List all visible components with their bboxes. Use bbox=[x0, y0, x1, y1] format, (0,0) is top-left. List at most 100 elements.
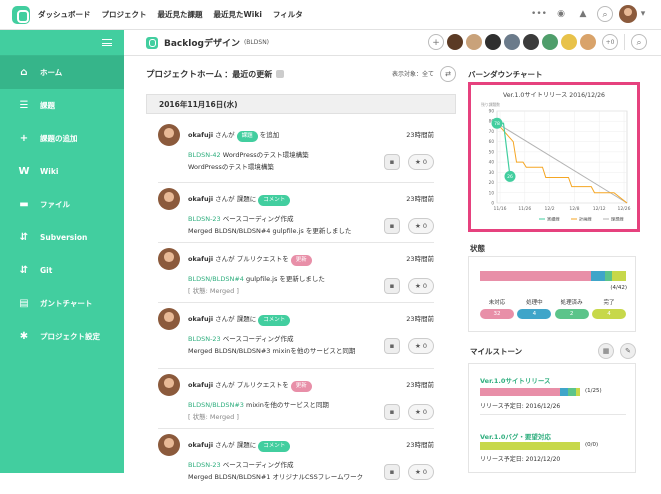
issue-key-link[interactable]: BLDSN-23 bbox=[188, 335, 221, 343]
more-icon[interactable]: ••• bbox=[531, 6, 547, 22]
filter-toggle-icon[interactable]: ⇄ bbox=[440, 66, 456, 82]
edit-icon[interactable]: ✎ bbox=[620, 343, 636, 359]
issue-key-link[interactable]: BLDSN/BLDSN#4 bbox=[188, 275, 244, 283]
add-member-icon[interactable]: + bbox=[428, 34, 444, 50]
comment-icon[interactable]: ▪ bbox=[384, 278, 400, 294]
member-avatar[interactable] bbox=[580, 34, 596, 50]
status-resolved-count[interactable]: 2 bbox=[554, 309, 589, 319]
activity-item: okafuji さんが 課題に コメント 23時間前 BLDSN-23 ベースコーディ… bbox=[146, 434, 434, 494]
nav-recent-wiki[interactable]: 最近見たWiki bbox=[214, 9, 262, 20]
status-label-in-progress: 処理中 bbox=[526, 300, 543, 306]
star-button[interactable]: ★ 0 bbox=[408, 464, 434, 480]
issue-key-link[interactable]: BLDSN-23 bbox=[188, 215, 221, 223]
project-name[interactable]: Backlogデザイン bbox=[164, 36, 240, 49]
star-icon: ★ bbox=[414, 342, 421, 350]
divider bbox=[158, 182, 434, 183]
nav-filter[interactable]: フィルタ bbox=[273, 9, 303, 20]
star-button[interactable]: ★ 0 bbox=[408, 338, 434, 354]
issue-summary: ベースコーディング作成 bbox=[222, 461, 294, 469]
comment-icon[interactable]: ▪ bbox=[384, 464, 400, 480]
calendar-icon[interactable]: ▦ bbox=[598, 343, 614, 359]
star-button[interactable]: ★ 0 bbox=[408, 218, 434, 234]
activity-type-badge: コメント bbox=[258, 315, 291, 326]
status-in-progress-count[interactable]: 4 bbox=[517, 309, 552, 319]
page-title-text: プロジェクトホーム bbox=[146, 70, 223, 80]
more-members-badge[interactable]: +0 bbox=[602, 34, 618, 50]
sidebar-item-git[interactable]: ⇵ Git bbox=[0, 254, 124, 287]
activity-user-avatar[interactable] bbox=[158, 188, 180, 210]
issue-key-link[interactable]: BLDSN-23 bbox=[188, 461, 221, 469]
legend-label: 実績線 bbox=[547, 216, 560, 223]
activity-user[interactable]: okafuji bbox=[188, 381, 213, 389]
member-avatar[interactable] bbox=[523, 34, 539, 50]
sidebar-item-subversion[interactable]: ⇵ Subversion bbox=[0, 221, 124, 254]
project-search-icon[interactable]: ⌕ bbox=[631, 34, 647, 50]
status-bar-segment bbox=[612, 271, 626, 281]
x-tick-label: 12/2 bbox=[545, 206, 555, 212]
activity-user[interactable]: okafuji bbox=[188, 131, 213, 139]
activity-subject: BLDSN-23 ベースコーディング作成 bbox=[188, 213, 294, 223]
activity-user[interactable]: okafuji bbox=[188, 255, 213, 263]
activity-user-avatar[interactable] bbox=[158, 374, 180, 396]
menu-icon[interactable] bbox=[102, 39, 112, 46]
y-tick-label: 60 bbox=[489, 139, 495, 144]
backlog-logo-icon[interactable] bbox=[12, 5, 30, 24]
activity-user-avatar[interactable] bbox=[158, 308, 180, 330]
member-avatar[interactable] bbox=[447, 34, 463, 50]
sidebar-item-label: Subversion bbox=[40, 233, 88, 242]
issue-summary: ベースコーディング作成 bbox=[222, 215, 294, 223]
status-open-count[interactable]: 32 bbox=[480, 309, 514, 319]
member-avatar[interactable] bbox=[561, 34, 577, 50]
activity-user-avatar[interactable] bbox=[158, 124, 180, 146]
issue-key-link[interactable]: BLDSN/BLDSN#3 bbox=[188, 401, 244, 409]
global-nav: ダッシュボード プロジェクト 最近見た課題 最近見たWiki フィルタ bbox=[38, 9, 314, 20]
nav-recent-issues[interactable]: 最近見た課題 bbox=[158, 9, 203, 20]
comment-icon[interactable]: ▪ bbox=[384, 338, 400, 354]
sidebar-item-label: ガントチャート bbox=[40, 299, 93, 308]
main-content: プロジェクトホーム ：最近の更新 表示対象：全て ⇄ 2016年11月16日(水… bbox=[146, 66, 456, 494]
sidebar-item-settings[interactable]: ✱ プロジェクト設定 bbox=[0, 320, 124, 353]
issue-key-link[interactable]: BLDSN-42 bbox=[188, 151, 221, 159]
sidebar-item-files[interactable]: ▬ ファイル bbox=[0, 188, 124, 221]
activity-detail: Merged BLDSN/BLDSN#3 mixinを他のサービスと同期 bbox=[188, 347, 356, 355]
search-icon[interactable]: ⌕ bbox=[597, 6, 613, 22]
sidebar-item-gantt[interactable]: ▤ ガントチャート bbox=[0, 287, 124, 320]
milestone-link[interactable]: Ver.1.0バグ・要望対応 bbox=[480, 431, 551, 441]
nav-dashboard[interactable]: ダッシュボード bbox=[38, 9, 91, 20]
sidebar-item-home[interactable]: ⌂ ホーム bbox=[0, 56, 124, 89]
member-avatar[interactable] bbox=[485, 34, 501, 50]
milestone-link[interactable]: Ver.1.0サイトリリース bbox=[480, 375, 551, 385]
star-button[interactable]: ★ 0 bbox=[408, 154, 434, 170]
legend-label: 理想線 bbox=[611, 216, 624, 222]
comment-icon[interactable]: ▪ bbox=[384, 404, 400, 420]
y-tick-label: 20 bbox=[489, 180, 495, 185]
watch-icon[interactable]: ◉ bbox=[553, 6, 569, 22]
star-button[interactable]: ★ 0 bbox=[408, 278, 434, 294]
activity-user[interactable]: okafuji bbox=[188, 195, 213, 203]
member-avatar[interactable] bbox=[504, 34, 520, 50]
divider bbox=[158, 368, 434, 369]
comment-icon[interactable]: ▪ bbox=[384, 218, 400, 234]
comment-icon[interactable]: ▪ bbox=[384, 154, 400, 170]
star-button[interactable]: ★ 0 bbox=[408, 404, 434, 420]
sidebar-item-wiki[interactable]: W Wiki bbox=[0, 155, 124, 188]
member-avatar[interactable] bbox=[542, 34, 558, 50]
activity-user-avatar[interactable] bbox=[158, 434, 180, 456]
activity-user-avatar[interactable] bbox=[158, 248, 180, 270]
star-count: 0 bbox=[422, 222, 428, 230]
status-closed-count[interactable]: 4 bbox=[591, 309, 626, 319]
chevron-down-icon[interactable]: ▾ bbox=[639, 6, 647, 22]
user-avatar[interactable] bbox=[619, 5, 637, 23]
sidebar-item-issues[interactable]: ☰ 課題 bbox=[0, 89, 124, 122]
member-avatar[interactable] bbox=[466, 34, 482, 50]
rss-icon[interactable] bbox=[276, 70, 285, 78]
activity-user[interactable]: okafuji bbox=[188, 441, 213, 449]
nav-project[interactable]: プロジェクト bbox=[102, 9, 147, 20]
activity-time: 23時間前 bbox=[406, 441, 434, 449]
star-icon: ★ bbox=[414, 468, 421, 476]
sidebar-item-add-issue[interactable]: + 課題の追加 bbox=[0, 122, 124, 155]
activity-detail: [ 状態: Merged ] bbox=[188, 413, 239, 421]
bell-icon[interactable]: ▲ bbox=[575, 6, 591, 22]
activity-item: okafuji さんが 課題に コメント 23時間前 BLDSN-23 ベースコーディ… bbox=[146, 308, 434, 369]
activity-user[interactable]: okafuji bbox=[188, 315, 213, 323]
